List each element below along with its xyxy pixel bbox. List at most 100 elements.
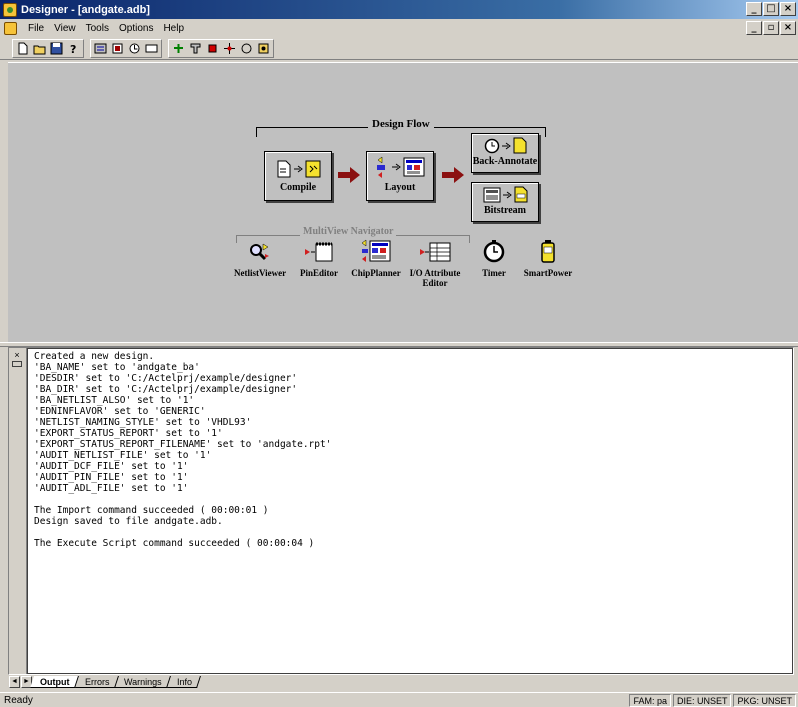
tool-c-icon[interactable] <box>239 41 254 56</box>
placement-icon <box>376 156 385 178</box>
timer-label: Timer <box>482 268 506 278</box>
open-icon[interactable] <box>32 41 47 56</box>
smartpower-icon[interactable] <box>188 41 203 56</box>
tool-d-icon[interactable] <box>256 41 271 56</box>
compile-button[interactable]: Compile <box>264 151 332 201</box>
timer-stopwatch-icon <box>483 240 505 263</box>
tab-output-label: Output <box>40 677 70 687</box>
annotated-file-icon <box>513 137 526 154</box>
close-button[interactable]: × <box>780 2 796 16</box>
new-icon[interactable] <box>15 41 30 56</box>
io-attribute-editor-tool[interactable]: I/O Attribute Editor <box>409 241 461 288</box>
io-attribute-editor-label-1: I/O Attribute <box>409 268 461 278</box>
log-line: 'NETLIST_NAMING_STYLE' set to 'VHDL93' <box>34 417 252 428</box>
maximize-button[interactable]: □ <box>763 2 779 16</box>
toolbar: ? <box>0 38 798 60</box>
save-icon[interactable] <box>49 41 64 56</box>
netlist-file-icon <box>277 160 290 178</box>
tool-a-icon[interactable] <box>205 41 220 56</box>
toolbar-group-views <box>90 39 162 58</box>
flow-arrow-1 <box>338 167 360 183</box>
log-line: 'DESDIR' set to 'C:/Actelprj/example/des… <box>34 373 298 384</box>
chip-planner-tool[interactable]: ChipPlanner <box>349 239 403 278</box>
back-annotate-label: Back-Annotate <box>472 156 538 167</box>
clock-icon <box>484 138 499 153</box>
netlist-icon[interactable] <box>93 41 108 56</box>
svg-text:?: ? <box>70 43 76 55</box>
layout-label: Layout <box>384 182 416 193</box>
doc-minimize-button[interactable]: _ <box>746 21 762 35</box>
smartpower-battery-icon <box>541 240 555 263</box>
designer-app-icon[interactable] <box>3 2 17 17</box>
menu-options[interactable]: Options <box>114 23 158 34</box>
minimize-button[interactable]: _ <box>746 2 762 16</box>
status-bar: Ready FAM: pa DIE: UNSET PKG: UNSET <box>0 692 798 707</box>
document-window-controls: _ ▫ × <box>745 21 796 35</box>
help-icon[interactable]: ? <box>66 41 81 56</box>
doc-restore-button[interactable]: ▫ <box>763 21 779 35</box>
log-line: 'BA_DIR' set to 'C:/Actelprj/example/des… <box>34 384 298 395</box>
tab-scroll-left-button[interactable]: ◄ <box>9 676 20 688</box>
output-pane: × Created a new design. 'BA_NAME' set to … <box>8 347 794 675</box>
title-bar[interactable]: Designer - [andgate.adb] _ □ × <box>0 0 798 19</box>
tab-info[interactable]: Info <box>166 676 201 688</box>
log-line: Created a new design. <box>34 351 155 362</box>
toolbar-group-tools <box>168 39 274 58</box>
pin-pane-icon[interactable] <box>12 361 22 367</box>
arrow-right-icon <box>391 163 401 171</box>
document-icon[interactable] <box>4 22 17 35</box>
chip-planner-label: ChipPlanner <box>351 268 401 278</box>
menu-help[interactable]: Help <box>158 23 189 34</box>
netlist-viewer-icon <box>250 243 269 261</box>
menu-view[interactable]: View <box>49 23 81 34</box>
compiled-db-icon <box>305 160 320 178</box>
multiview-title: MultiView Navigator <box>300 226 397 237</box>
chip-icon[interactable] <box>127 41 142 56</box>
back-annotate-button[interactable]: Back-Annotate <box>471 133 539 173</box>
tool-b-icon[interactable] <box>222 41 237 56</box>
arrow-right-icon <box>501 142 511 149</box>
io-attribute-editor-label-2: Editor <box>422 278 448 288</box>
netlist-viewer-tool[interactable]: NetlistViewer <box>234 241 286 278</box>
pin-icon[interactable] <box>110 41 125 56</box>
menu-tools[interactable]: Tools <box>81 23 114 34</box>
tab-info-label: Info <box>176 677 192 687</box>
tab-output[interactable]: Output <box>30 676 79 688</box>
menu-bar: File View Tools Options Help _ ▫ × <box>0 19 798 38</box>
chip-layout-icon <box>403 157 424 177</box>
log-line: The Import command succeeded ( 00:00:01 … <box>34 505 269 516</box>
smartpower-label: SmartPower <box>523 268 573 278</box>
log-line: 'BA_NAME' set to 'andgate_ba' <box>34 362 200 373</box>
log-line: 'EXPORT_STATUS_REPORT' set to '1' <box>34 428 223 439</box>
status-family: FAM: pa <box>629 693 671 707</box>
log-line: 'EXPORT_STATUS_REPORT_FILENAME' set to '… <box>34 439 332 450</box>
tab-errors[interactable]: Errors <box>74 676 118 688</box>
pin-editor-icon <box>305 242 333 262</box>
timer-tool[interactable]: Timer <box>476 239 512 278</box>
layout-button[interactable]: Layout <box>366 151 434 201</box>
timer-icon[interactable] <box>171 41 186 56</box>
bitstream-button[interactable]: Bitstream <box>471 182 539 222</box>
status-die: DIE: UNSET <box>672 693 732 707</box>
pin-editor-tool[interactable]: PinEditor <box>297 241 341 278</box>
smartpower-tool[interactable]: SmartPower <box>522 239 574 278</box>
io-icon[interactable] <box>144 41 159 56</box>
doc-close-button[interactable]: × <box>780 21 796 35</box>
tab-errors-label: Errors <box>84 677 110 687</box>
output-gutter: × <box>9 348 27 674</box>
bitstream-file-icon <box>514 186 527 203</box>
pin-editor-label: PinEditor <box>299 268 338 278</box>
netlist-viewer-label: NetlistViewer <box>234 268 287 278</box>
close-pane-icon[interactable]: × <box>12 351 22 361</box>
arrow-right-icon <box>502 191 512 198</box>
log-line: 'EDNINFLAVOR' set to 'GENERIC' <box>34 406 206 417</box>
menu-file[interactable]: File <box>23 23 49 34</box>
status-package: PKG: UNSET <box>733 693 796 707</box>
log-line: Design saved to file andgate.adb. <box>34 516 223 527</box>
output-log[interactable]: Created a new design. 'BA_NAME' set to 'a… <box>27 348 793 674</box>
window-title: Designer - [andgate.adb] <box>21 3 150 16</box>
tab-warnings[interactable]: Warnings <box>114 676 171 688</box>
output-tabs: ◄ ► Output Errors Warnings Info <box>8 675 794 691</box>
